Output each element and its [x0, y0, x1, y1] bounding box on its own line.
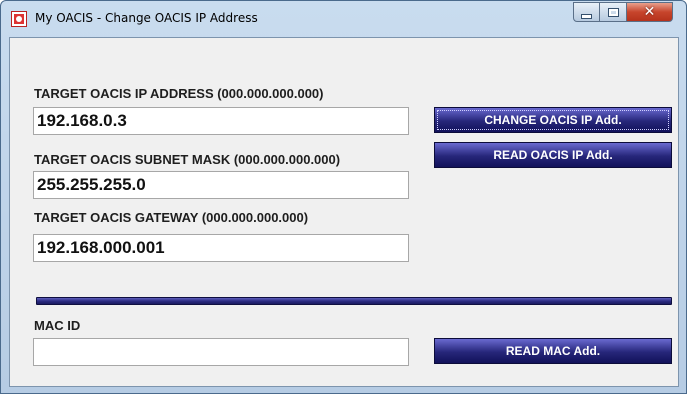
- client-area: TARGET OACIS IP ADDRESS (000.000.000.000…: [9, 37, 679, 387]
- mac-id-label: MAC ID: [34, 318, 81, 333]
- ip-address-label: TARGET OACIS IP ADDRESS (000.000.000.000…: [34, 86, 324, 101]
- maximize-button[interactable]: [600, 2, 627, 22]
- gateway-label: TARGET OACIS GATEWAY (000.000.000.000): [34, 210, 309, 225]
- app-window: My OACIS - Change OACIS IP Address ✕ TAR…: [0, 0, 687, 394]
- minimize-button[interactable]: [573, 2, 600, 22]
- read-ip-button[interactable]: READ OACIS IP Add.: [434, 142, 672, 168]
- mac-id-input[interactable]: [33, 338, 409, 366]
- read-mac-button[interactable]: READ MAC Add.: [434, 338, 672, 364]
- change-ip-button[interactable]: CHANGE OACIS IP Add.: [434, 107, 672, 133]
- app-icon[interactable]: [11, 11, 27, 27]
- subnet-mask-label: TARGET OACIS SUBNET MASK (000.000.000.00…: [34, 152, 341, 167]
- gateway-input[interactable]: [33, 234, 409, 262]
- close-icon: ✕: [643, 4, 656, 20]
- separator-bar: [36, 297, 672, 305]
- ip-address-input[interactable]: [33, 107, 409, 135]
- subnet-mask-input[interactable]: [33, 171, 409, 199]
- window-title: My OACIS - Change OACIS IP Address: [35, 11, 258, 25]
- close-button[interactable]: ✕: [627, 2, 673, 22]
- maximize-icon: [608, 8, 618, 16]
- title-bar[interactable]: My OACIS - Change OACIS IP Address ✕: [1, 1, 686, 37]
- minimize-icon: [581, 13, 592, 19]
